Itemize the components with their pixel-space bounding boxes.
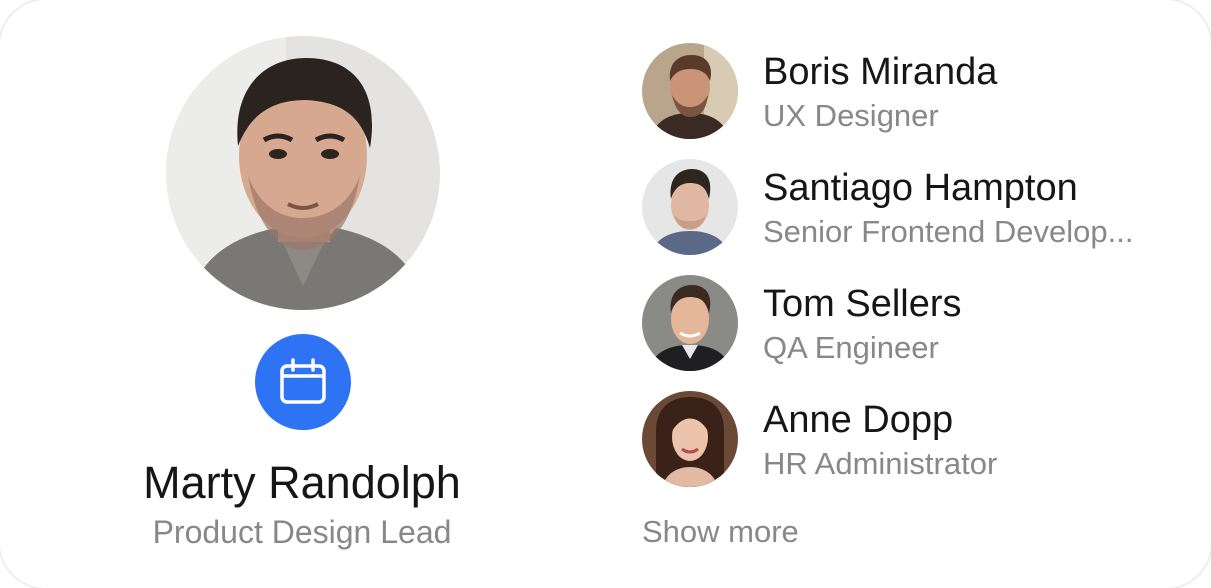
team-member[interactable]: Tom Sellers QA Engineer (642, 275, 1182, 371)
calendar-button[interactable] (255, 334, 351, 430)
show-more-link[interactable]: Show more (642, 512, 799, 552)
member-role: HR Administrator (763, 446, 998, 481)
member-name: Boris Miranda (763, 51, 998, 93)
member-avatar (642, 391, 738, 487)
member-avatar (642, 43, 738, 139)
team-list: Boris Miranda UX Designer Santiago Hampt… (642, 43, 1182, 507)
profile-avatar (166, 36, 440, 310)
calendar-icon (280, 358, 326, 404)
member-role: QA Engineer (763, 330, 939, 365)
member-avatar (642, 275, 738, 371)
member-avatar (642, 159, 738, 255)
team-member[interactable]: Santiago Hampton Senior Frontend Develop… (642, 159, 1182, 255)
member-name: Tom Sellers (763, 283, 962, 325)
member-name: Anne Dopp (763, 399, 954, 441)
team-member[interactable]: Boris Miranda UX Designer (642, 43, 1182, 139)
team-member[interactable]: Anne Dopp HR Administrator (642, 391, 1182, 487)
member-role: Senior Frontend Develop... (763, 214, 1134, 249)
profile-role: Product Design Lead (152, 514, 452, 550)
member-role: UX Designer (763, 98, 939, 133)
profile-name: Marty Randolph (143, 457, 461, 508)
profile-card: Marty Randolph Product Design Lead Boris… (0, 0, 1211, 588)
member-name: Santiago Hampton (763, 167, 1078, 209)
profile-section: Marty Randolph Product Design Lead (0, 0, 604, 588)
